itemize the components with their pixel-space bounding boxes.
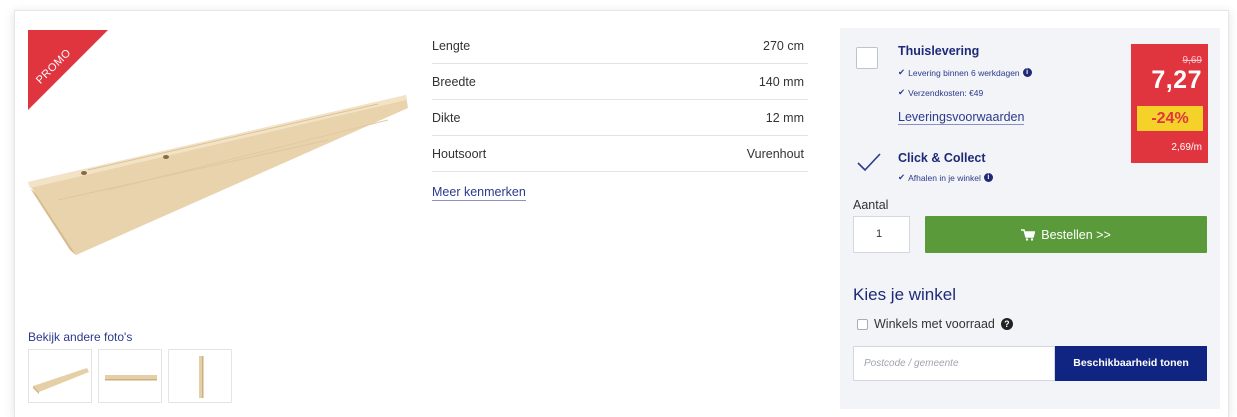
spec-row: Lengte 270 cm — [432, 28, 808, 64]
home-delivery-cost-text: Verzendkosten: €49 — [908, 87, 984, 98]
spec-value: Vurenhout — [746, 146, 804, 161]
price-box: 9,69 7,27 -24% 2,69/m — [1131, 44, 1208, 163]
info-icon[interactable]: i — [1022, 68, 1032, 77]
specs-table: Lengte 270 cm Breedte 140 mm Dikte 12 mm… — [432, 28, 808, 172]
home-delivery-cost: ✔ Verzendkosten: €49 — [898, 87, 983, 98]
spec-label: Breedte — [432, 74, 476, 89]
home-delivery-time-text: Levering binnen 6 werkdagen — [908, 67, 1020, 78]
quantity-label: Aantal — [853, 198, 889, 212]
other-photos-label: Bekijk andere foto's — [28, 330, 133, 344]
click-collect-text: Afhalen in je winkel — [908, 172, 981, 183]
unit-price: 2,69/m — [1171, 142, 1202, 153]
postcode-input[interactable]: Postcode / gemeente — [853, 346, 1055, 381]
info-icon[interactable]: i — [983, 173, 993, 182]
click-collect-title: Click & Collect — [898, 151, 986, 165]
spec-row: Breedte 140 mm — [432, 64, 808, 100]
spec-value: 140 mm — [758, 74, 804, 89]
spec-row: Dikte 12 mm — [432, 100, 808, 136]
check-icon: ✔ — [898, 87, 906, 97]
current-price: 7,27 — [1151, 66, 1202, 94]
home-delivery-checkbox[interactable] — [856, 47, 878, 69]
check-icon: ✔ — [898, 67, 906, 77]
home-delivery-time: ✔ Levering binnen 6 werkdagen i — [898, 67, 1032, 78]
spec-value: 270 cm — [763, 38, 804, 53]
spec-label: Dikte — [432, 110, 461, 125]
quantity-input[interactable]: 1 — [853, 216, 910, 253]
spec-label: Lengte — [432, 38, 471, 53]
more-specs-link[interactable]: Meer kenmerken — [432, 185, 526, 201]
click-collect-checkbox[interactable] — [856, 151, 881, 173]
check-icon: ✔ — [898, 172, 906, 182]
checkmark-icon — [857, 153, 881, 172]
product-main-image[interactable] — [28, 90, 408, 255]
stock-filter-label: Winkels met voorraad — [874, 317, 995, 331]
thumbnail-3[interactable] — [168, 349, 232, 403]
store-heading: Kies je winkel — [853, 285, 956, 304]
thumbnail-1[interactable] — [28, 349, 92, 403]
order-button[interactable]: Bestellen >> — [925, 216, 1207, 253]
discount-badge: -24% — [1137, 106, 1203, 131]
spec-label: Houtsoort — [432, 146, 487, 161]
click-collect-info: ✔ Afhalen in je winkel i — [898, 172, 993, 183]
delivery-conditions-link[interactable]: Leveringsvoorwaarden — [898, 110, 1025, 125]
spec-value: 12 mm — [765, 110, 804, 125]
show-availability-button[interactable]: Beschikbaarheid tonen — [1055, 346, 1207, 381]
spec-row: Houtsoort Vurenhout — [432, 136, 808, 172]
stock-filter: Winkels met voorraad ? — [857, 317, 1013, 331]
thumbnail-2[interactable] — [98, 349, 162, 403]
stock-filter-checkbox[interactable] — [857, 318, 868, 330]
old-price: 9,69 — [1182, 55, 1202, 66]
order-button-label: Bestellen >> — [1041, 227, 1111, 242]
help-icon[interactable]: ? — [1000, 318, 1013, 330]
home-delivery-title: Thuislevering — [898, 44, 980, 58]
cart-icon — [1021, 228, 1036, 241]
